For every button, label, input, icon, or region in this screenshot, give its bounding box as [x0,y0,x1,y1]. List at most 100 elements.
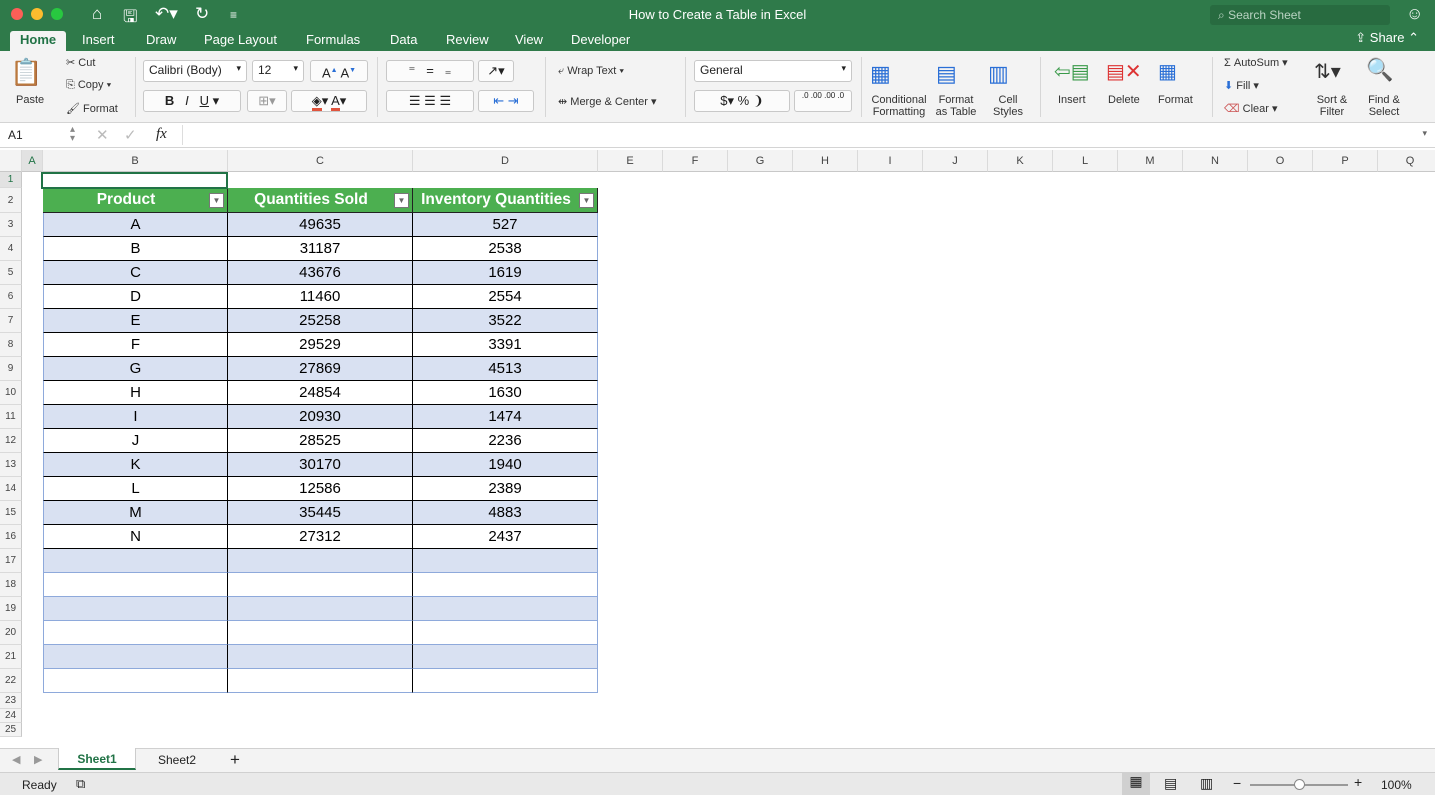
tab-view[interactable]: View [505,31,553,51]
table-cell[interactable]: 31187 [228,237,413,261]
cut-button[interactable]: ✂ Cut [66,56,95,69]
column-header-N[interactable]: N [1183,150,1248,172]
table-cell[interactable] [228,669,413,693]
find-select-icon[interactable]: 🔍 [1366,57,1393,83]
table-cell[interactable]: 29529 [228,333,413,357]
insert-function-icon[interactable]: fx [156,126,167,143]
tab-developer[interactable]: Developer [561,31,640,51]
table-cell[interactable] [413,669,598,693]
column-header-E[interactable]: E [598,150,663,172]
row-header-6[interactable]: 6 [0,285,22,309]
table-cell[interactable]: D [43,285,228,309]
insert-cells-icon[interactable]: ⇦▤ [1054,59,1090,84]
table-cell[interactable]: 1940 [413,453,598,477]
tab-draw[interactable]: Draw [136,31,186,51]
tab-formulas[interactable]: Formulas [296,31,370,51]
table-cell[interactable]: 4513 [413,357,598,381]
table-cell[interactable] [43,669,228,693]
table-cell[interactable] [228,645,413,669]
sort-filter-button[interactable]: Sort & Filter [1314,94,1350,118]
row-header-15[interactable]: 15 [0,501,22,525]
table-cell[interactable] [43,549,228,573]
autosum-button[interactable]: Σ AutoSum ▾ [1224,56,1288,69]
column-header-M[interactable]: M [1118,150,1183,172]
column-header-Q[interactable]: Q [1378,150,1435,172]
find-select-button[interactable]: Find & Select [1366,94,1402,118]
horizontal-align-buttons[interactable]: ☰ ☰ ☰ [386,90,474,112]
row-header-17[interactable]: 17 [0,549,22,573]
tab-review[interactable]: Review [436,31,499,51]
table-cell[interactable]: 30170 [228,453,413,477]
table-cell[interactable]: 1630 [413,381,598,405]
row-header-2[interactable]: 2 [0,188,22,213]
column-header-G[interactable]: G [728,150,793,172]
column-header-B[interactable]: B [43,150,228,172]
column-header-P[interactable]: P [1313,150,1378,172]
table-cell[interactable]: 25258 [228,309,413,333]
table-cell[interactable]: 20930 [228,405,413,429]
column-header-H[interactable]: H [793,150,858,172]
zoom-in-button[interactable]: + [1354,774,1362,790]
table-cell[interactable]: H [43,381,228,405]
fill-font-color-buttons[interactable]: ◈▾ A▾ [291,90,367,112]
prev-sheet-icon[interactable]: ◀ [12,753,20,766]
column-header-K[interactable]: K [988,150,1053,172]
row-header-14[interactable]: 14 [0,477,22,501]
conditional-formatting-button[interactable]: Conditional Formatting [868,94,930,118]
row-header-16[interactable]: 16 [0,525,22,549]
formula-input[interactable] [182,125,1412,145]
selected-cell-a1[interactable] [41,172,228,189]
table-cell[interactable]: 1619 [413,261,598,285]
merge-center-button[interactable]: ⇹ Merge & Center ▾ [558,95,657,108]
copy-button[interactable]: ⎘ Copy ▾ [66,79,111,92]
table-cell[interactable]: A [43,213,228,237]
row-header-20[interactable]: 20 [0,621,22,645]
row-header-1[interactable]: 1 [0,172,22,188]
table-cell[interactable]: 35445 [228,501,413,525]
table-cell[interactable]: I [43,405,228,429]
zoom-out-button[interactable]: − [1233,775,1241,791]
select-all-corner[interactable] [0,150,22,172]
name-box[interactable]: A1 [8,128,78,142]
table-cell[interactable]: 24854 [228,381,413,405]
name-box-stepper[interactable]: ▴ ▾ [70,125,75,144]
tab-home[interactable]: Home [10,31,67,51]
zoom-slider[interactable] [1250,779,1348,790]
table-cell[interactable]: 2236 [413,429,598,453]
row-header-24[interactable]: 24 [0,709,22,723]
table-cell[interactable]: 4883 [413,501,598,525]
format-painter-button[interactable]: 🖌 Format [66,102,118,115]
table-cell[interactable] [228,549,413,573]
sort-filter-icon[interactable]: ⇅▾ [1314,59,1341,84]
column-header-D[interactable]: D [413,150,598,172]
table-cell[interactable] [413,597,598,621]
row-header-25[interactable]: 25 [0,723,22,737]
font-name-select[interactable]: Calibri (Body) ▾ [143,60,247,82]
next-sheet-icon[interactable]: ▶ [34,753,42,766]
table-cell[interactable] [413,573,598,597]
page-layout-view-icon[interactable]: ▤ [1164,775,1177,792]
table-cell[interactable]: E [43,309,228,333]
fill-button[interactable]: ⬇ Fill ▾ [1224,79,1259,92]
row-header-4[interactable]: 4 [0,237,22,261]
font-size-grow-shrink[interactable]: A▲ A▼ [310,60,368,82]
table-cell[interactable]: 49635 [228,213,413,237]
table-cell[interactable] [43,597,228,621]
row-header-19[interactable]: 19 [0,597,22,621]
cell-styles-button[interactable]: Cell Styles [988,94,1028,118]
table-cell[interactable]: L [43,477,228,501]
table-cell[interactable]: 2538 [413,237,598,261]
font-size-select[interactable]: 12 ▾ [252,60,304,82]
table-cell[interactable]: 11460 [228,285,413,309]
table-cell[interactable] [413,549,598,573]
table-cell[interactable]: 527 [413,213,598,237]
share-button[interactable]: ⇪ Share ⌃ [1355,30,1419,46]
filter-dropdown-icon[interactable]: ▼ [394,193,409,208]
table-cell[interactable]: 3391 [413,333,598,357]
table-cell[interactable]: 2389 [413,477,598,501]
table-cell[interactable] [43,573,228,597]
zoom-slider-thumb[interactable] [1294,779,1305,790]
column-header-O[interactable]: O [1248,150,1313,172]
row-header-18[interactable]: 18 [0,573,22,597]
search-sheet-input[interactable]: ⌕ Search Sheet [1210,5,1390,25]
